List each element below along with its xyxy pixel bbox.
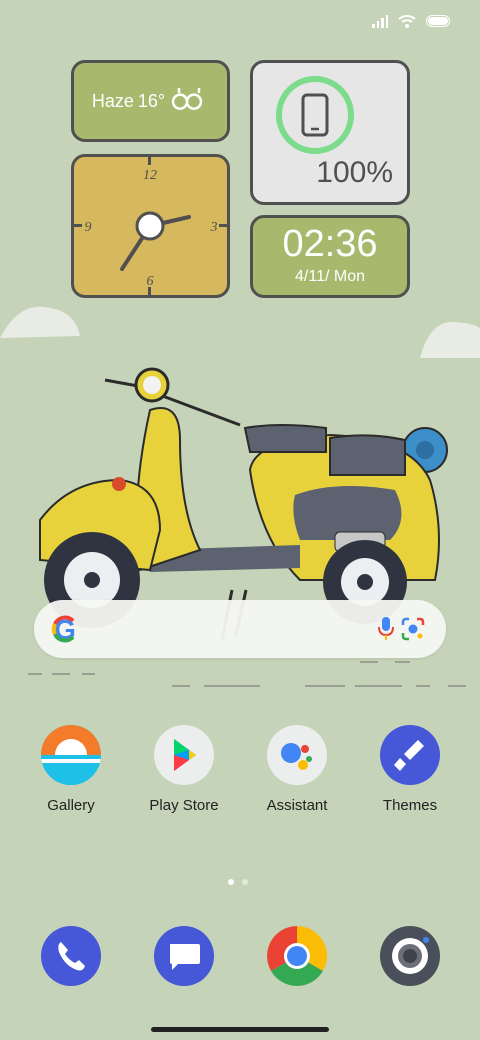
app-label: Play Store: [149, 797, 219, 814]
app-label: Assistant: [266, 797, 328, 814]
page-indicator: [228, 879, 248, 885]
assistant-icon: [267, 725, 327, 785]
weather-widget[interactable]: Haze 16°: [71, 60, 230, 142]
clock-face: 12 3 6 9: [74, 157, 227, 295]
haze-icon: [171, 88, 203, 110]
time-display: 02:36: [282, 223, 378, 265]
app-play-store[interactable]: Play Store: [129, 725, 239, 814]
battery-status-icon: [426, 15, 450, 27]
microphone-icon[interactable]: [376, 616, 396, 642]
google-search-bar[interactable]: G: [34, 600, 446, 658]
clock-numeral-6: 6: [147, 274, 154, 289]
google-lens-icon[interactable]: [400, 616, 426, 642]
gallery-icon: [41, 725, 101, 785]
app-label: Themes: [382, 797, 438, 814]
dock-camera[interactable]: [355, 926, 465, 986]
messages-icon: [154, 926, 214, 986]
cellular-signal-icon: [372, 14, 388, 28]
play-store-icon: [154, 725, 214, 785]
dock-chrome[interactable]: [242, 926, 352, 986]
weather-temperature: 16°: [137, 90, 166, 111]
phone-battery-ring-icon: [276, 76, 354, 154]
app-assistant[interactable]: Assistant: [242, 725, 352, 814]
camera-icon: [380, 926, 440, 986]
date-display: 4/11/ Mon: [295, 268, 365, 285]
clock-numeral-9: 9: [85, 220, 92, 235]
clock-numeral-3: 3: [210, 220, 218, 235]
weather-condition: Haze: [91, 90, 134, 111]
digital-clock-widget[interactable]: 02:36 4/11/ Mon: [250, 215, 410, 298]
google-logo-icon: G: [51, 614, 76, 645]
clock-numeral-12: 12: [143, 168, 157, 183]
analog-clock-widget[interactable]: 12 3 6 9: [71, 154, 230, 298]
status-bar: [372, 14, 450, 28]
gesture-navigation-bar[interactable]: [151, 1027, 329, 1032]
wifi-icon: [398, 15, 416, 28]
page-dot-active: [228, 879, 234, 885]
dock-messages[interactable]: [129, 926, 239, 986]
page-dot: [242, 879, 248, 885]
battery-widget[interactable]: 100%: [250, 60, 410, 205]
dock-phone[interactable]: [16, 926, 126, 986]
app-label: Gallery: [47, 797, 95, 814]
battery-percentage: 100%: [316, 156, 393, 189]
phone-icon: [41, 926, 101, 986]
themes-brush-icon: [380, 725, 440, 785]
app-gallery[interactable]: Gallery: [16, 725, 126, 814]
chrome-icon: [267, 926, 327, 986]
app-themes[interactable]: Themes: [355, 725, 465, 814]
